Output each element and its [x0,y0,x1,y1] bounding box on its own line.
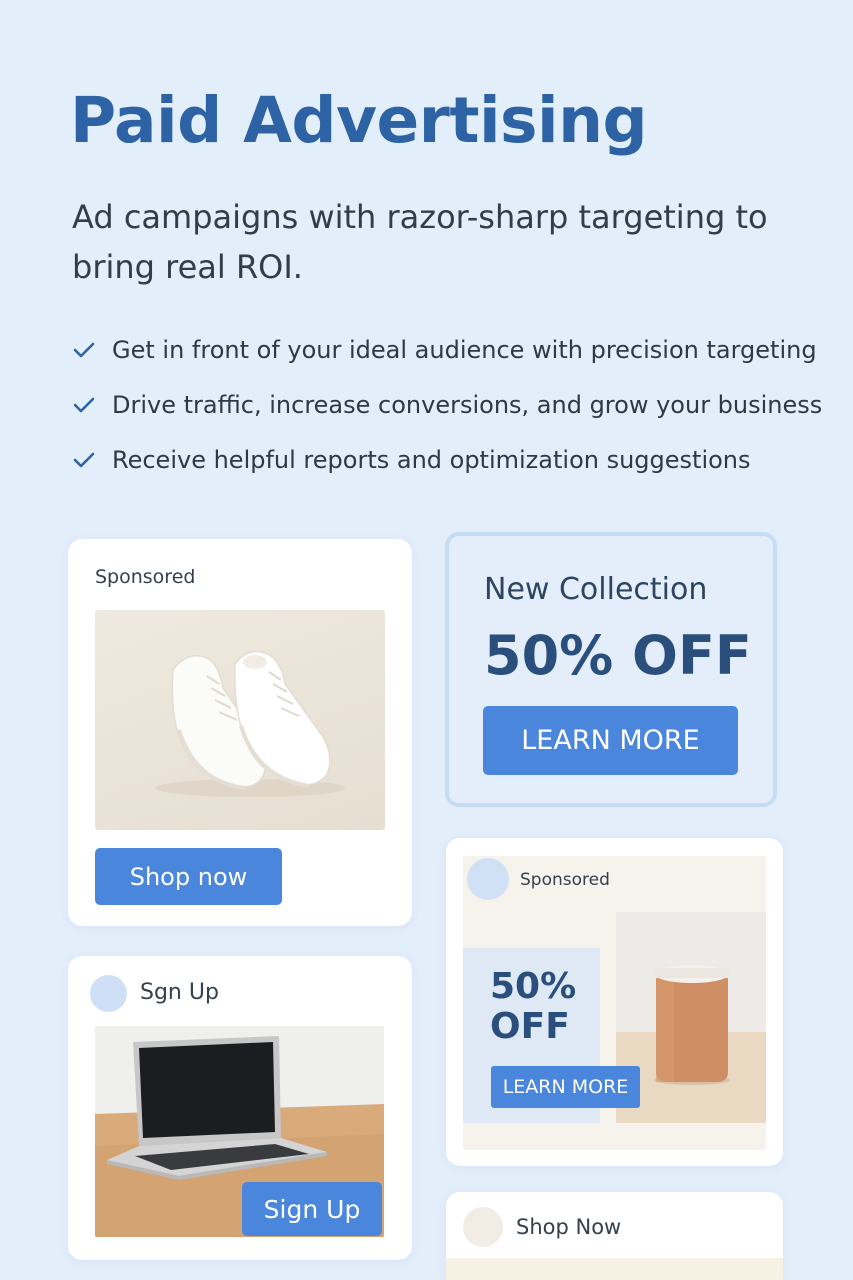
jar-ad-card[interactable]: Sponsored 50% OFF LEARN MORE [446,838,783,1166]
signup-ad-card[interactable]: Sgn Up Sign Up [68,956,412,1260]
check-icon [72,448,112,472]
feature-item: Receive helpful reports and optimization… [72,432,822,487]
learn-more-button[interactable]: LEARN MORE [483,706,738,775]
shop-now-label: Shop Now [516,1215,622,1239]
check-icon [72,393,112,417]
avatar [90,975,127,1012]
jar-ad-panel: Sponsored 50% OFF LEARN MORE [463,856,766,1150]
shop-now-ad-card[interactable]: Shop Now [446,1192,783,1280]
shop-now-button[interactable]: Shop now [95,848,282,905]
avatar [467,858,509,900]
feature-text: Get in front of your ideal audience with… [112,335,817,364]
page-title: Paid Advertising [70,84,648,157]
offer-off: OFF [490,1006,570,1047]
sign-up-button[interactable]: Sign Up [242,1182,382,1236]
feature-text: Receive helpful reports and optimization… [112,445,751,474]
feature-text: Drive traffic, increase conversions, and… [112,390,823,419]
feature-list: Get in front of your ideal audience with… [72,322,822,487]
learn-more-button[interactable]: LEARN MORE [491,1066,640,1108]
signup-label: Sgn Up [140,980,219,1005]
offer-percent: 50% [490,966,577,1007]
page-subtitle: Ad campaigns with razor-sharp targeting … [72,198,768,286]
sponsored-label: Sponsored [520,870,610,890]
avatar [463,1207,503,1247]
collection-heading: New Collection [484,572,708,607]
shop-now-image-strip [446,1258,783,1280]
sneakers-ad-card[interactable]: Sponsored Shop now [68,539,412,926]
sponsored-label: Sponsored [95,566,196,588]
white-sneakers-image [95,610,385,830]
offer-text: 50% OFF [484,624,752,687]
new-collection-ad-card[interactable]: New Collection 50% OFF LEARN MORE [445,532,777,807]
feature-item: Get in front of your ideal audience with… [72,322,822,377]
check-icon [72,338,112,362]
feature-item: Drive traffic, increase conversions, and… [72,377,822,432]
